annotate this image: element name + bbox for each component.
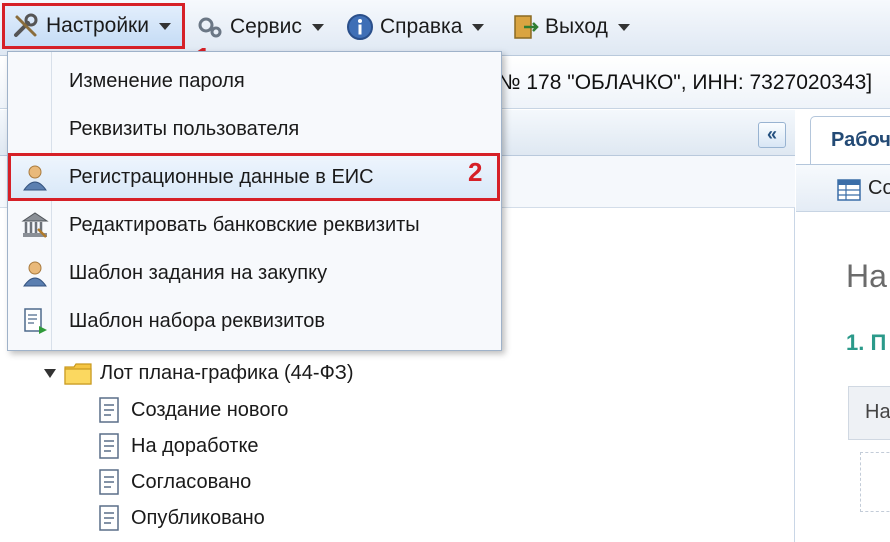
menu-item-label: Шаблон набора реквизитов [69, 309, 325, 332]
menu-item-eis-registration[interactable]: Регистрационные данные в ЕИС [8, 153, 500, 201]
menu-item-change-password[interactable]: Изменение пароля [8, 57, 501, 105]
tree-item[interactable]: Опубликовано [97, 504, 265, 532]
workspace-toolbar: Со [796, 164, 890, 212]
service-menu-label: Сервис [230, 15, 302, 38]
chevron-down-icon [617, 23, 630, 31]
chevron-down-icon [472, 23, 485, 31]
tree-folder-lot-plan[interactable]: Лот плана-графика (44-ФЗ) [44, 362, 354, 385]
settings-menu-label: Настройки [46, 14, 149, 37]
workspace-panel: Рабочий Со На 1. П На [796, 110, 890, 542]
info-icon [347, 14, 373, 40]
tree-item-label: Опубликовано [131, 506, 265, 529]
chevron-down-icon [158, 22, 171, 30]
tree-item[interactable]: Согласовано [97, 468, 251, 496]
menu-item-label: Реквизиты пользователя [69, 117, 300, 140]
document-icon [99, 433, 119, 459]
help-menu-label: Справка [380, 15, 463, 38]
exit-menu-label: Выход [545, 15, 608, 38]
document-icon [99, 505, 119, 531]
menu-item-purchase-template[interactable]: Шаблон задания на закупку [8, 249, 501, 297]
menu-item-requisites-template[interactable]: Шаблон набора реквизитов [8, 297, 501, 345]
menu-item-label: Редактировать банковские реквизиты [69, 213, 420, 236]
tree-item-label: На доработке [131, 434, 259, 457]
workspace-toolbar-label[interactable]: Со [868, 177, 890, 200]
menubar: Настройки Сервис Справка Выход [0, 0, 890, 56]
tree-item-label: Создание нового [131, 398, 289, 421]
exit-door-icon [514, 15, 539, 39]
workspace-step-title: 1. П [846, 330, 887, 355]
chevron-down-icon [311, 23, 324, 31]
workspace-heading: На [846, 258, 887, 294]
menu-item-label: Шаблон задания на закупку [69, 261, 328, 284]
folder-icon [64, 362, 92, 385]
tree-item[interactable]: Создание нового [97, 396, 288, 424]
wrench-screwdriver-icon [14, 13, 38, 37]
annotation-marker-2: 2 [468, 157, 483, 187]
tab-workspace[interactable]: Рабочий [810, 116, 890, 164]
document-icon [99, 469, 119, 495]
help-menu-button[interactable]: Справка [345, 8, 485, 46]
gears-icon [198, 17, 222, 38]
expand-arrow-icon[interactable] [44, 369, 56, 378]
menu-item-user-details[interactable]: Реквизиты пользователя [8, 105, 501, 153]
document-icon [99, 397, 119, 423]
tree-item[interactable]: На доработке [97, 432, 259, 460]
menu-item-label: Изменение пароля [69, 69, 245, 92]
workspace-field-box: На [848, 386, 890, 440]
table-icon[interactable] [836, 177, 864, 203]
user-icon [23, 165, 47, 191]
workspace-field-label: На [865, 401, 890, 423]
image-placeholder-icon [860, 452, 890, 512]
settings-dropdown-menu: Изменение пароля Реквизиты пользователя … [7, 51, 502, 351]
tree-folder-label: Лот плана-графика (44-ФЗ) [100, 362, 354, 384]
settings-menu-button[interactable]: Настройки [2, 3, 185, 49]
organization-info: № 178 "ОБЛАЧКО", ИНН: 7327020343] [498, 71, 873, 94]
document-arrow-icon [24, 308, 47, 334]
exit-menu-button[interactable]: Выход [510, 8, 630, 46]
bank-icon [21, 212, 49, 238]
collapse-panel-button[interactable]: « [758, 122, 786, 148]
service-menu-button[interactable]: Сервис [195, 8, 324, 46]
user-icon [23, 261, 47, 287]
tree-item-label: Согласовано [131, 470, 252, 493]
menu-item-edit-bank-details[interactable]: Редактировать банковские реквизиты [8, 201, 501, 249]
menu-item-label: Регистрационные данные в ЕИС [69, 165, 374, 188]
